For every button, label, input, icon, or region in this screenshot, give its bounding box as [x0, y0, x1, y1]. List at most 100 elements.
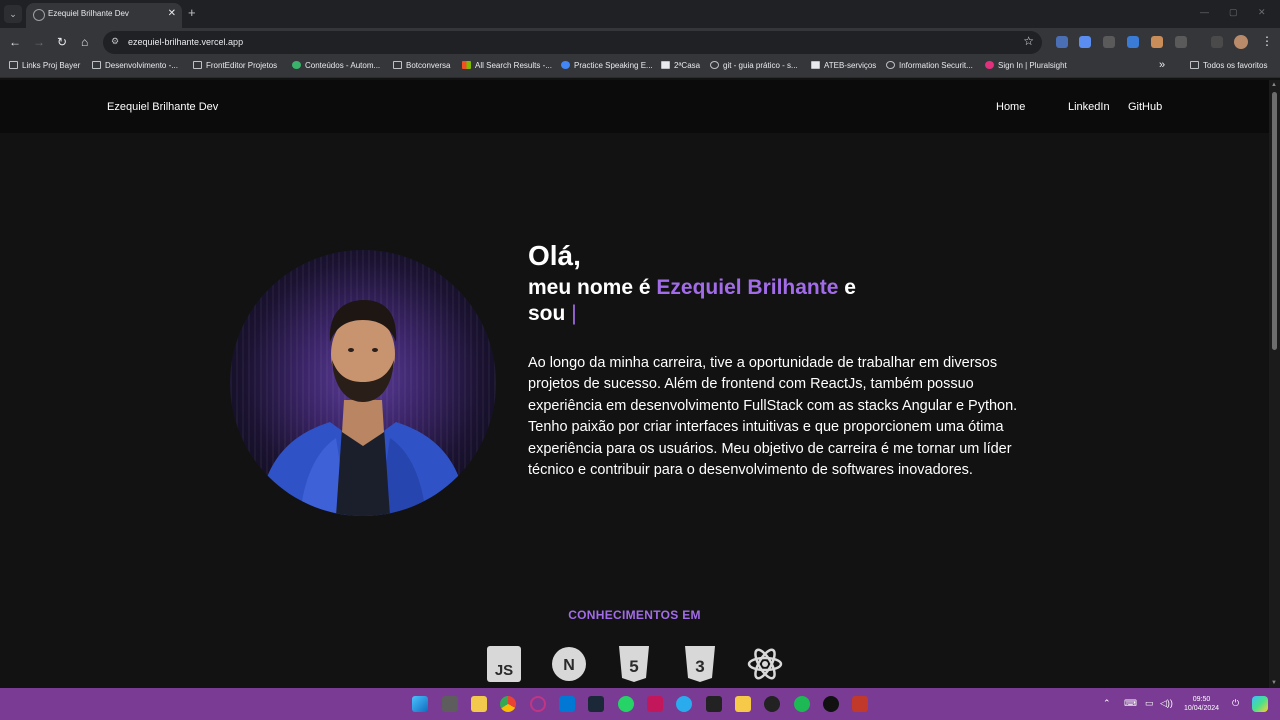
extension-icon[interactable]: [1151, 36, 1163, 48]
chrome-icon[interactable]: [500, 696, 516, 712]
windows-start-icon[interactable]: [412, 696, 428, 712]
app-icon[interactable]: [706, 696, 722, 712]
spotify-icon[interactable]: [794, 696, 810, 712]
all-bookmarks[interactable]: Todos os favoritos: [1190, 61, 1267, 70]
extension-icon[interactable]: [1056, 36, 1068, 48]
steam-icon[interactable]: [588, 696, 604, 712]
folder-icon: [393, 61, 402, 69]
tab-title: Ezequiel Brilhante Dev: [48, 9, 129, 18]
typing-cursor: |: [571, 302, 577, 325]
bookmark-item[interactable]: All Search Results -...: [462, 61, 552, 70]
notifications-icon[interactable]: ⏻: [1232, 698, 1239, 709]
close-tab-icon[interactable]: ✕: [168, 8, 176, 19]
browser-tab[interactable]: Ezequiel Brilhante Dev ✕: [26, 3, 182, 28]
bookmark-item[interactable]: Practice Speaking E...: [561, 61, 653, 70]
scroll-up-icon[interactable]: ▲: [1271, 82, 1277, 88]
folder-icon: [92, 61, 101, 69]
page-scrollbar[interactable]: ▲ ▼: [1269, 80, 1280, 688]
microsoft-icon: [462, 61, 471, 69]
minimize-icon[interactable]: —: [1200, 7, 1209, 17]
forward-button[interactable]: →: [33, 34, 45, 50]
app-icon[interactable]: [735, 696, 751, 712]
bookmark-favicon-icon: [561, 61, 570, 69]
bookmark-item[interactable]: git - guia prático - s...: [710, 61, 798, 70]
hero-bio: Ao longo da minha carreira, tive a oport…: [528, 355, 1018, 479]
javascript-icon: JS: [486, 645, 522, 683]
whatsapp-icon[interactable]: [618, 696, 634, 712]
bookmark-item[interactable]: Information Securit...: [886, 61, 973, 70]
globe-icon: [710, 61, 719, 69]
address-bar[interactable]: ⚙ ezequiel-brilhante.vercel.app ☆: [103, 31, 1042, 54]
bookmark-item[interactable]: Desenvolvimento -...: [92, 61, 178, 70]
tab-search-button[interactable]: ⌄: [4, 5, 22, 23]
browser-toolbar: ← → ↻ ⌂ ⚙ ezequiel-brilhante.vercel.app …: [0, 28, 1280, 56]
nav-home[interactable]: Home: [996, 101, 1025, 113]
reload-button[interactable]: ↻: [57, 34, 67, 50]
svg-text:N: N: [563, 657, 575, 674]
html5-icon: 5: [616, 645, 652, 683]
side-panel-icon[interactable]: [1211, 36, 1223, 48]
scroll-down-icon[interactable]: ▼: [1271, 680, 1277, 686]
url-text[interactable]: ezequiel-brilhante.vercel.app: [128, 37, 243, 47]
app-icon[interactable]: [647, 696, 663, 712]
bookmark-favicon-icon: [292, 61, 301, 69]
bookmark-item[interactable]: 2ªCasa: [661, 61, 700, 70]
nav-github[interactable]: GitHub: [1128, 101, 1162, 113]
page-viewport: Ezequiel Brilhante Dev Home LinkedIn Git…: [0, 80, 1269, 688]
close-window-icon[interactable]: ✕: [1258, 7, 1266, 18]
task-view-icon[interactable]: [442, 696, 458, 712]
profile-avatar[interactable]: [1234, 35, 1248, 49]
network-icon[interactable]: ▭: [1145, 698, 1154, 709]
home-button[interactable]: ⌂: [81, 34, 88, 50]
bookmark-item[interactable]: Sign In | Pluralsight: [985, 61, 1067, 70]
formula-icon[interactable]: [1103, 36, 1115, 48]
vscode-icon[interactable]: [559, 696, 575, 712]
svg-text:JS: JS: [495, 662, 513, 679]
hero-intro: meu nome é Ezequiel Brilhante e: [528, 276, 856, 299]
file-explorer-icon[interactable]: [471, 696, 487, 712]
scrollbar-thumb[interactable]: [1272, 92, 1277, 350]
clock-time: 09:50: [1192, 696, 1211, 703]
more-bookmarks-icon[interactable]: »: [1159, 59, 1165, 71]
taskbar: ⌃ ⌨ ▭ ◁)) 09:50 10/04/2024 ⏻: [0, 688, 1280, 720]
nav-linkedin[interactable]: LinkedIn: [1068, 101, 1110, 113]
github-icon[interactable]: [764, 696, 780, 712]
taskbar-clock[interactable]: 09:50 10/04/2024: [1184, 695, 1219, 713]
globe-icon: [886, 61, 895, 69]
clock-date: 10/04/2024: [1184, 705, 1220, 712]
site-brand[interactable]: Ezequiel Brilhante Dev: [107, 101, 218, 113]
extension-icon[interactable]: [1127, 36, 1139, 48]
hero-typing-line: sou |: [528, 302, 577, 325]
react-icon: [747, 645, 783, 683]
wix-icon: [661, 61, 670, 69]
profile-photo: [230, 250, 496, 516]
bookmark-item[interactable]: FrontEditor Projetos: [193, 61, 277, 70]
widgets-icon[interactable]: [1252, 696, 1268, 712]
pluralsight-icon: [985, 61, 994, 69]
maximize-icon[interactable]: ▢: [1229, 7, 1238, 18]
bookmark-item[interactable]: ATEB-serviços: [811, 61, 876, 70]
app-icon[interactable]: [852, 696, 868, 712]
site-info-icon[interactable]: ⚙: [111, 36, 119, 47]
menu-icon[interactable]: ⋮: [1261, 34, 1273, 48]
bookmark-item[interactable]: Botconversa: [393, 61, 450, 70]
svg-text:3: 3: [695, 657, 704, 676]
hero-greeting: Olá,: [528, 240, 581, 271]
browser-tab-strip: ⌄ Ezequiel Brilhante Dev ✕ + — ▢ ✕: [0, 0, 1280, 28]
bookmarks-bar: Links Proj Bayer Desenvolvimento -... Fr…: [0, 56, 1280, 78]
keyboard-icon[interactable]: ⌨: [1124, 698, 1137, 709]
bookmark-item[interactable]: Links Proj Bayer: [9, 61, 80, 70]
nextjs-icon: N: [551, 645, 587, 683]
puzzle-icon[interactable]: [1175, 36, 1187, 48]
tray-overflow-icon[interactable]: ⌃: [1103, 698, 1111, 709]
app-icon[interactable]: [530, 696, 546, 712]
new-tab-button[interactable]: +: [188, 6, 196, 20]
bookmark-star-icon[interactable]: ☆: [1023, 34, 1034, 48]
app-icon[interactable]: [823, 696, 839, 712]
bookmark-item[interactable]: Conteúdos - Autom...: [292, 61, 380, 70]
back-button[interactable]: ←: [9, 34, 21, 50]
telegram-icon[interactable]: [676, 696, 692, 712]
translate-icon[interactable]: [1079, 36, 1091, 48]
volume-icon[interactable]: ◁)): [1160, 698, 1173, 709]
globe-icon: [33, 9, 45, 21]
